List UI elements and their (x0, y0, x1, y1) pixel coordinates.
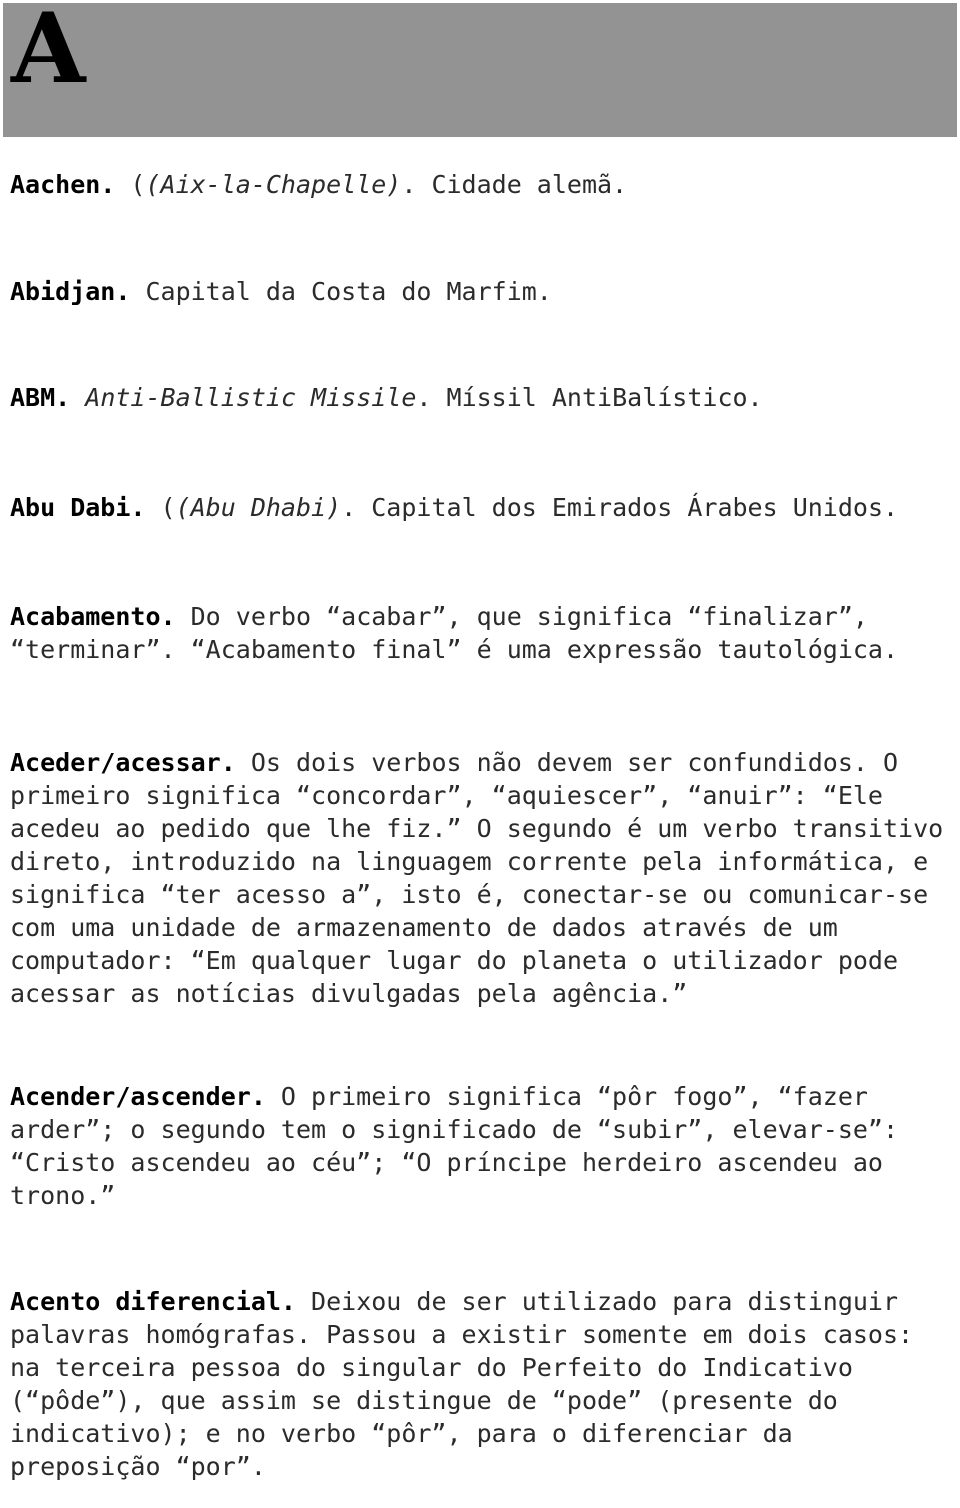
entry-headword: Acabamento. (10, 602, 176, 631)
dictionary-entry-aachen: Aachen. ((Aix-la-Chapelle). Cidade alemã… (0, 168, 960, 201)
entry-body: . Capital dos Emirados Árabes Unidos. (341, 493, 899, 522)
section-letter: A (11, 3, 86, 105)
entry-headword: Abu Dabi. (10, 493, 146, 522)
entry-headword: Acender/ascender. (10, 1082, 266, 1111)
dictionary-entry-acento-diferencial: Acento diferencial. Deixou de ser utiliz… (0, 1285, 960, 1483)
dictionary-entry-acender-ascender: Acender/ascender. O primeiro significa “… (0, 1080, 960, 1212)
entry-headword: Aachen. (10, 170, 116, 199)
entry-headword: Abidjan. (10, 277, 131, 306)
entry-space: ( (115, 170, 146, 199)
entry-headword: Acento diferencial. (10, 1287, 296, 1316)
entry-body: . Míssil AntiBalístico. (416, 383, 763, 412)
entry-headword: ABM. (10, 383, 71, 412)
entry-italic-gloss: (Abu Dhabi) (175, 493, 342, 522)
dictionary-entry-abidjan: Abidjan. Capital da Costa do Marfim. (0, 275, 960, 308)
entry-space: ( (145, 493, 176, 522)
entry-body: Capital da Costa do Marfim. (130, 277, 552, 306)
dictionary-entries-list: Aachen. ((Aix-la-Chapelle). Cidade alemã… (0, 137, 960, 1508)
entry-body: Os dois verbos não devem ser confundidos… (10, 748, 959, 1008)
entry-italic-gloss: (Aix-la-Chapelle) (145, 170, 402, 199)
dictionary-entry-aceder-acessar: Aceder/acessar. Os dois verbos não devem… (0, 746, 960, 1010)
dictionary-entry-abm: ABM. Anti-Ballistic Missile. Míssil Anti… (0, 381, 960, 414)
section-letter-banner: A (3, 3, 957, 137)
entry-space (70, 383, 85, 412)
entry-italic-gloss: Anti-Ballistic Missile (85, 383, 417, 412)
entry-body: Deixou de ser utilizado para distinguir … (10, 1287, 929, 1481)
entry-headword: Aceder/acessar. (10, 748, 236, 777)
dictionary-entry-abu-dabi: Abu Dabi. ((Abu Dhabi). Capital dos Emir… (0, 491, 960, 524)
entry-body: . Cidade alemã. (401, 170, 628, 199)
dictionary-entry-acabamento: Acabamento. Do verbo “acabar”, que signi… (0, 600, 960, 666)
document-page: A Aachen. ((Aix-la-Chapelle). Cidade ale… (0, 0, 960, 1481)
